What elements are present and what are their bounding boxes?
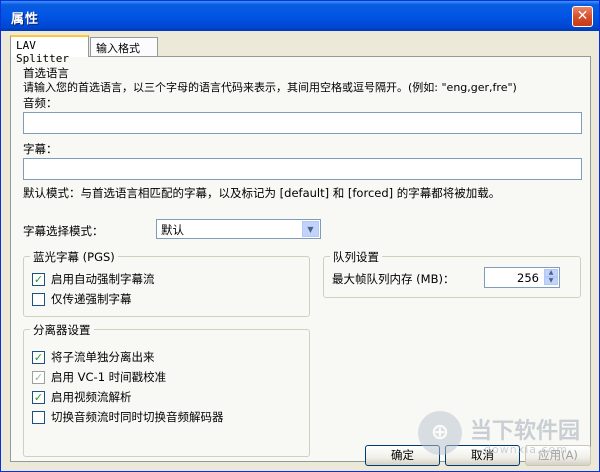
queue-group: 队列设置 最大帧队列内存 (MB)： 256 ▲ ▼ (323, 249, 581, 298)
watermark-logo-icon: ⊕ (418, 411, 462, 455)
watermark-text: 当下软件园 (470, 419, 581, 444)
language-description: 请输入您的首选语言，以三个字母的语言代码来表示，其间用空格或逗号隔开。(例如: … (23, 81, 517, 94)
close-button[interactable]: ✕ (572, 6, 593, 27)
splitter-option-switch-decoder[interactable]: 切换音频流时同时切换音频解码器 (32, 409, 224, 425)
checkbox-checked-icon[interactable]: ✓ (32, 272, 45, 286)
title-bar[interactable]: 属性 ✕ (1, 1, 599, 31)
watermark-url: downxia.com (484, 443, 568, 456)
checkbox-icon[interactable] (32, 292, 45, 306)
splitter-group-title: 分离器设置 (30, 322, 94, 338)
window-title: 属性 (11, 12, 40, 27)
audio-language-input[interactable] (23, 112, 582, 134)
checkbox-checked-icon[interactable]: ✓ (32, 370, 45, 384)
checkbox-checked-icon[interactable]: ✓ (32, 390, 45, 404)
spin-up-icon[interactable]: ▲ (544, 269, 558, 277)
max-queue-label: 最大帧队列内存 (MB)： (332, 272, 455, 286)
watermark: ⊕ 当下软件园 downxia.com (418, 409, 588, 463)
max-queue-value: 256 (517, 271, 539, 285)
chevron-down-icon[interactable]: ▼ (302, 221, 319, 237)
tab-lav-splitter[interactable]: LAV Splitter (10, 35, 89, 65)
splitter-option-substreams[interactable]: ✓ 将子流单独分离出来 (32, 349, 155, 365)
splitter-option-label: 将子流单独分离出来 (51, 350, 155, 364)
pgs-group-title: 蓝光字幕 (PGS) (30, 249, 118, 265)
pgs-group: 蓝光字幕 (PGS) ✓ 启用自动强制字幕流 仅传递强制字幕 (23, 249, 310, 317)
spin-buttons[interactable]: ▲ ▼ (544, 269, 558, 286)
splitter-option-label: 启用 VC-1 时间戳校准 (51, 370, 167, 384)
pgs-option-forced-only[interactable]: 仅传递强制字幕 (32, 291, 132, 307)
audio-label: 音频： (23, 96, 58, 110)
tab-panel: 首选语言 请输入您的首选语言，以三个字母的语言代码来表示，其间用空格或逗号隔开。… (10, 56, 591, 462)
splitter-group: 分离器设置 ✓ 将子流单独分离出来 ✓ 启用 VC-1 时间戳校准 ✓ 启用视频… (23, 322, 310, 457)
default-mode-note: 默认模式：与首选语言相匹配的字幕，以及标记为 [default] 和 [forc… (23, 186, 501, 200)
subtitle-label: 字幕： (23, 142, 58, 156)
splitter-option-vc1[interactable]: ✓ 启用 VC-1 时间戳校准 (32, 369, 166, 385)
splitter-option-stream-parsing[interactable]: ✓ 启用视频流解析 (32, 389, 132, 405)
subtitle-mode-select[interactable]: 默认 ▼ (156, 219, 321, 239)
pgs-option-auto-forced[interactable]: ✓ 启用自动强制字幕流 (32, 271, 155, 287)
subtitle-mode-label: 字幕选择模式： (23, 224, 104, 238)
checkbox-icon[interactable] (32, 410, 45, 424)
subtitle-language-input[interactable] (23, 158, 582, 180)
subtitle-mode-value: 默认 (161, 223, 184, 237)
splitter-option-label: 切换音频流时同时切换音频解码器 (51, 410, 224, 424)
tab-input-formats[interactable]: 输入格式 (90, 37, 158, 57)
pgs-option-label: 启用自动强制字幕流 (51, 272, 155, 286)
pgs-option-label: 仅传递强制字幕 (51, 292, 132, 306)
dialog-client: LAV Splitter 输入格式 首选语言 请输入您的首选语言，以三个字母的语… (4, 31, 596, 469)
spin-down-icon[interactable]: ▼ (544, 277, 558, 285)
max-queue-spinbox[interactable]: 256 ▲ ▼ (484, 267, 560, 288)
splitter-option-label: 启用视频流解析 (51, 390, 132, 404)
queue-group-title: 队列设置 (330, 249, 382, 265)
properties-dialog: 属性 ✕ LAV Splitter 输入格式 首选语言 请输入您的首选语言，以三… (0, 0, 600, 472)
checkbox-checked-icon[interactable]: ✓ (32, 350, 45, 364)
